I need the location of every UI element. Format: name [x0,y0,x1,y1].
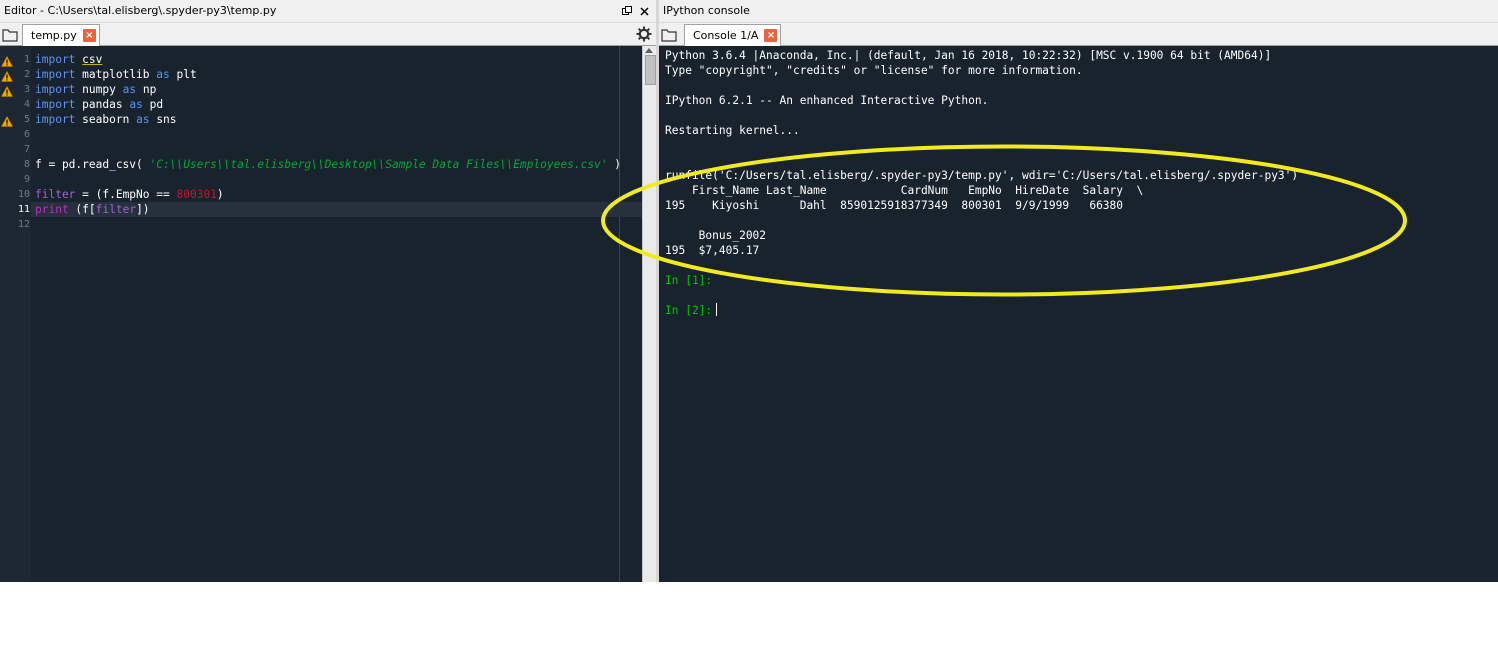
tab-label: temp.py [31,29,77,42]
code-line-current: print (f[filter]) [31,202,642,217]
code-editor[interactable]: 1 2 3 4 5 6 7 8 9 10 11 12 import csv im… [0,46,642,582]
close-tab-icon[interactable]: × [764,29,778,42]
line-number: 5 [23,114,30,125]
input-prompt: In [2]: [665,304,713,317]
code-line: import matplotlib as plt [35,68,197,81]
editor-tabbar: temp.py × [0,23,656,46]
scroll-up-arrow-icon[interactable] [645,48,653,53]
highlight-ellipse [601,144,1407,297]
line-number: 9 [23,174,30,185]
console-line: Python 3.6.4 |Anaconda, Inc.| (default, … [665,49,1272,62]
console-line: Type "copyright", "credits" or "license"… [665,64,1083,77]
line-number: 3 [23,84,30,95]
tab-temp-py[interactable]: temp.py × [22,24,100,46]
browse-tabs-icon[interactable] [2,27,18,42]
code-line: import seaborn as sns [35,113,177,126]
console-line: Restarting kernel... [665,124,800,137]
code-line: f = pd.read_csv( 'C:\\Users\\tal.elisber… [35,158,622,171]
line-number: 7 [23,144,30,155]
line-number: 10 [17,189,30,200]
console-title: IPython console [663,4,750,17]
editor-pane: Editor - C:\Users\tal.elisberg\.spyder-p… [0,0,657,582]
line-number: 6 [23,129,30,140]
undock-icon[interactable] [621,5,633,17]
tab-label: Console 1/A [693,29,759,42]
console-tabbar: Console 1/A × [659,23,1498,46]
line-number-current: 11 [17,204,30,215]
browse-tabs-icon[interactable] [661,27,677,42]
line-number: 1 [23,54,30,65]
ipython-console[interactable]: Python 3.6.4 |Anaconda, Inc.| (default, … [659,46,1498,582]
close-pane-icon[interactable] [638,5,650,17]
code-line: import numpy as np [35,83,157,96]
line-number: 4 [23,99,30,110]
console-title-bar: IPython console [659,0,1498,23]
code-line: filter = (f.EmpNo == 800301) [35,188,224,201]
code-area[interactable]: import csv import matplotlib as plt impo… [31,46,642,582]
code-line: import pandas as pd [35,98,164,111]
line-number: 8 [23,159,30,170]
editor-title-icons [621,0,650,22]
console-line: IPython 6.2.1 -- An enhanced Interactive… [665,94,989,107]
editor-title-bar: Editor - C:\Users\tal.elisberg\.spyder-p… [0,0,656,23]
line-number: 12 [17,219,30,230]
editor-title: Editor - C:\Users\tal.elisberg\.spyder-p… [4,4,277,17]
scroll-thumb[interactable] [645,55,656,85]
editor-vertical-scrollbar[interactable] [642,46,657,582]
line-number: 2 [23,69,30,80]
line-number-gutter: 1 2 3 4 5 6 7 8 9 10 11 12 [0,46,31,582]
text-cursor [716,303,718,316]
tab-console-1a[interactable]: Console 1/A × [684,24,782,46]
gear-icon[interactable] [636,26,652,42]
active-input-line[interactable]: In [2]: [665,303,718,318]
code-line: import csv [35,53,103,66]
close-tab-icon[interactable]: × [82,29,96,42]
